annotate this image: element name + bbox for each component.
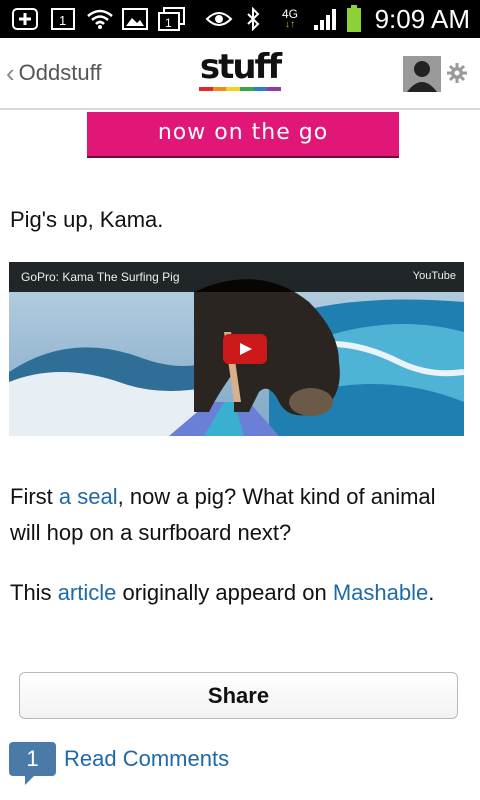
video-embed[interactable]: GoPro: Kama The Surfing Pig YouTube	[9, 262, 464, 436]
video-title-bar: GoPro: Kama The Surfing Pig YouTube	[9, 262, 464, 292]
bluetooth-icon	[244, 7, 262, 31]
seal-link[interactable]: a seal	[59, 484, 118, 509]
network-icon: 4G ↓↑	[281, 7, 298, 30]
avatar[interactable]	[403, 56, 441, 92]
para2-text-start: This	[10, 580, 58, 605]
gear-icon[interactable]	[446, 62, 468, 84]
logo-color-bar	[199, 87, 282, 91]
article-link[interactable]: article	[58, 580, 117, 605]
article-paragraph-2: This article originally appeard on Masha…	[10, 575, 470, 611]
back-button[interactable]: ‹ Oddstuff	[6, 60, 101, 86]
comment-count-bubble: 1	[9, 742, 56, 785]
back-label: Oddstuff	[18, 60, 102, 85]
article-paragraph-1: First a seal, now a pig? What kind of an…	[10, 479, 470, 551]
svg-text:1: 1	[165, 16, 172, 30]
share-button[interactable]: Share	[19, 672, 458, 719]
youtube-label[interactable]: YouTube	[413, 270, 456, 282]
stuff-logo[interactable]: stuff	[199, 47, 282, 94]
image-icon	[122, 7, 148, 31]
add-icon	[12, 7, 38, 31]
read-comments-label: Read Comments	[64, 746, 230, 771]
signal-icon	[312, 7, 340, 31]
wifi-icon	[86, 7, 114, 31]
mashable-link[interactable]: Mashable	[333, 580, 428, 605]
para1-text-start: First	[10, 484, 59, 509]
comment-count: 1	[26, 746, 39, 771]
play-button[interactable]	[223, 334, 267, 364]
logo-text: stuff	[199, 47, 282, 87]
para2-text-end: .	[428, 580, 435, 605]
top-nav: ‹ Oddstuff stuff	[0, 38, 480, 110]
promo-banner[interactable]: now on the go	[87, 112, 399, 158]
para2-text-middle: originally appeard on	[116, 580, 333, 605]
read-comments-link[interactable]: 1 Read Comments	[9, 737, 230, 785]
calendar-icon: 1	[50, 7, 76, 31]
clock: 9:09 AM	[374, 4, 470, 34]
article-intro: Pig's up, Kama.	[10, 207, 164, 232]
window-icon: 1	[158, 7, 186, 31]
video-title[interactable]: GoPro: Kama The Surfing Pig	[21, 270, 180, 284]
svg-text:1: 1	[59, 13, 66, 28]
battery-icon	[345, 5, 363, 32]
status-bar: 1 1 4G ↓↑ 9:09 AM	[0, 0, 480, 38]
chevron-left-icon: ‹	[6, 58, 15, 88]
eye-icon	[205, 7, 233, 31]
banner-text: now on the go	[157, 120, 329, 145]
